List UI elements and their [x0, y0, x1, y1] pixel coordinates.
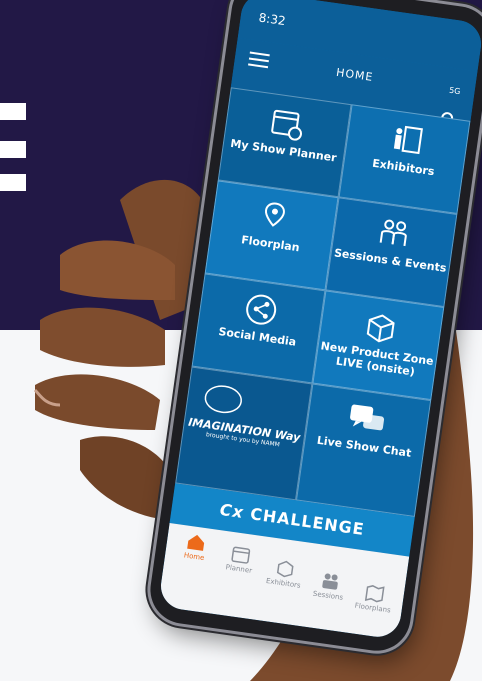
- calendar-icon: [231, 546, 251, 564]
- tile-label: Sessions & Events: [333, 246, 448, 275]
- box-icon: [366, 314, 395, 343]
- signal-indicator: 5G: [448, 85, 462, 97]
- tab-label: Planner: [225, 563, 253, 575]
- tile-label: Floorplan: [240, 233, 301, 255]
- exhibitor-booth-icon: [393, 125, 423, 155]
- tab-label: Sessions: [312, 589, 344, 602]
- map-pin-icon: [265, 202, 285, 227]
- tile-label: Social Media: [217, 324, 298, 349]
- tile-imagination-way[interactable]: IMAGINATION Way brought to you by NAMM: [175, 366, 313, 501]
- tile-floorplan[interactable]: Floorplan: [204, 180, 339, 291]
- tab-label: Exhibitors: [265, 576, 302, 590]
- tab-sessions[interactable]: Sessions: [305, 569, 354, 603]
- tile-live-show-chat[interactable]: Live Show Chat: [295, 383, 432, 518]
- status-time: 8:32: [257, 10, 287, 29]
- map-icon: [364, 585, 385, 603]
- tab-label: Home: [183, 551, 205, 563]
- tile-exhibitors[interactable]: Exhibitors: [338, 104, 471, 214]
- tile-label: Live Show Chat: [316, 433, 413, 460]
- calendar-icon: [271, 109, 302, 141]
- tab-exhibitors[interactable]: Exhibitors: [260, 556, 309, 590]
- tile-grid: My Show Planner Exhibitors Floorplan Ses…: [175, 87, 471, 518]
- tile-sessions-events[interactable]: Sessions & Events: [325, 197, 458, 308]
- people-group-icon: [379, 219, 407, 247]
- share-icon: [246, 294, 277, 325]
- chat-bubbles-icon: [350, 404, 385, 431]
- tile-social-media[interactable]: Social Media: [191, 273, 326, 384]
- box-icon: [276, 560, 294, 578]
- house-icon: [187, 534, 205, 551]
- tile-label: Exhibitors: [371, 156, 436, 179]
- tab-home[interactable]: Home: [171, 530, 220, 564]
- tab-floorplans[interactable]: Floorplans: [349, 581, 398, 615]
- tile-new-product-zone[interactable]: New Product Zone LIVE (onsite): [312, 290, 445, 401]
- tile-label: New Product Zone LIVE (onsite): [319, 339, 435, 379]
- tab-planner[interactable]: Planner: [216, 542, 265, 576]
- tab-label: Floorplans: [354, 601, 392, 615]
- challenge-label: CHALLENGE: [249, 504, 366, 540]
- tile-my-show-planner[interactable]: My Show Planner: [217, 87, 352, 198]
- cx-logo: Cx: [218, 499, 252, 524]
- people-icon: [322, 573, 338, 590]
- tile-label: My Show Planner: [229, 136, 338, 165]
